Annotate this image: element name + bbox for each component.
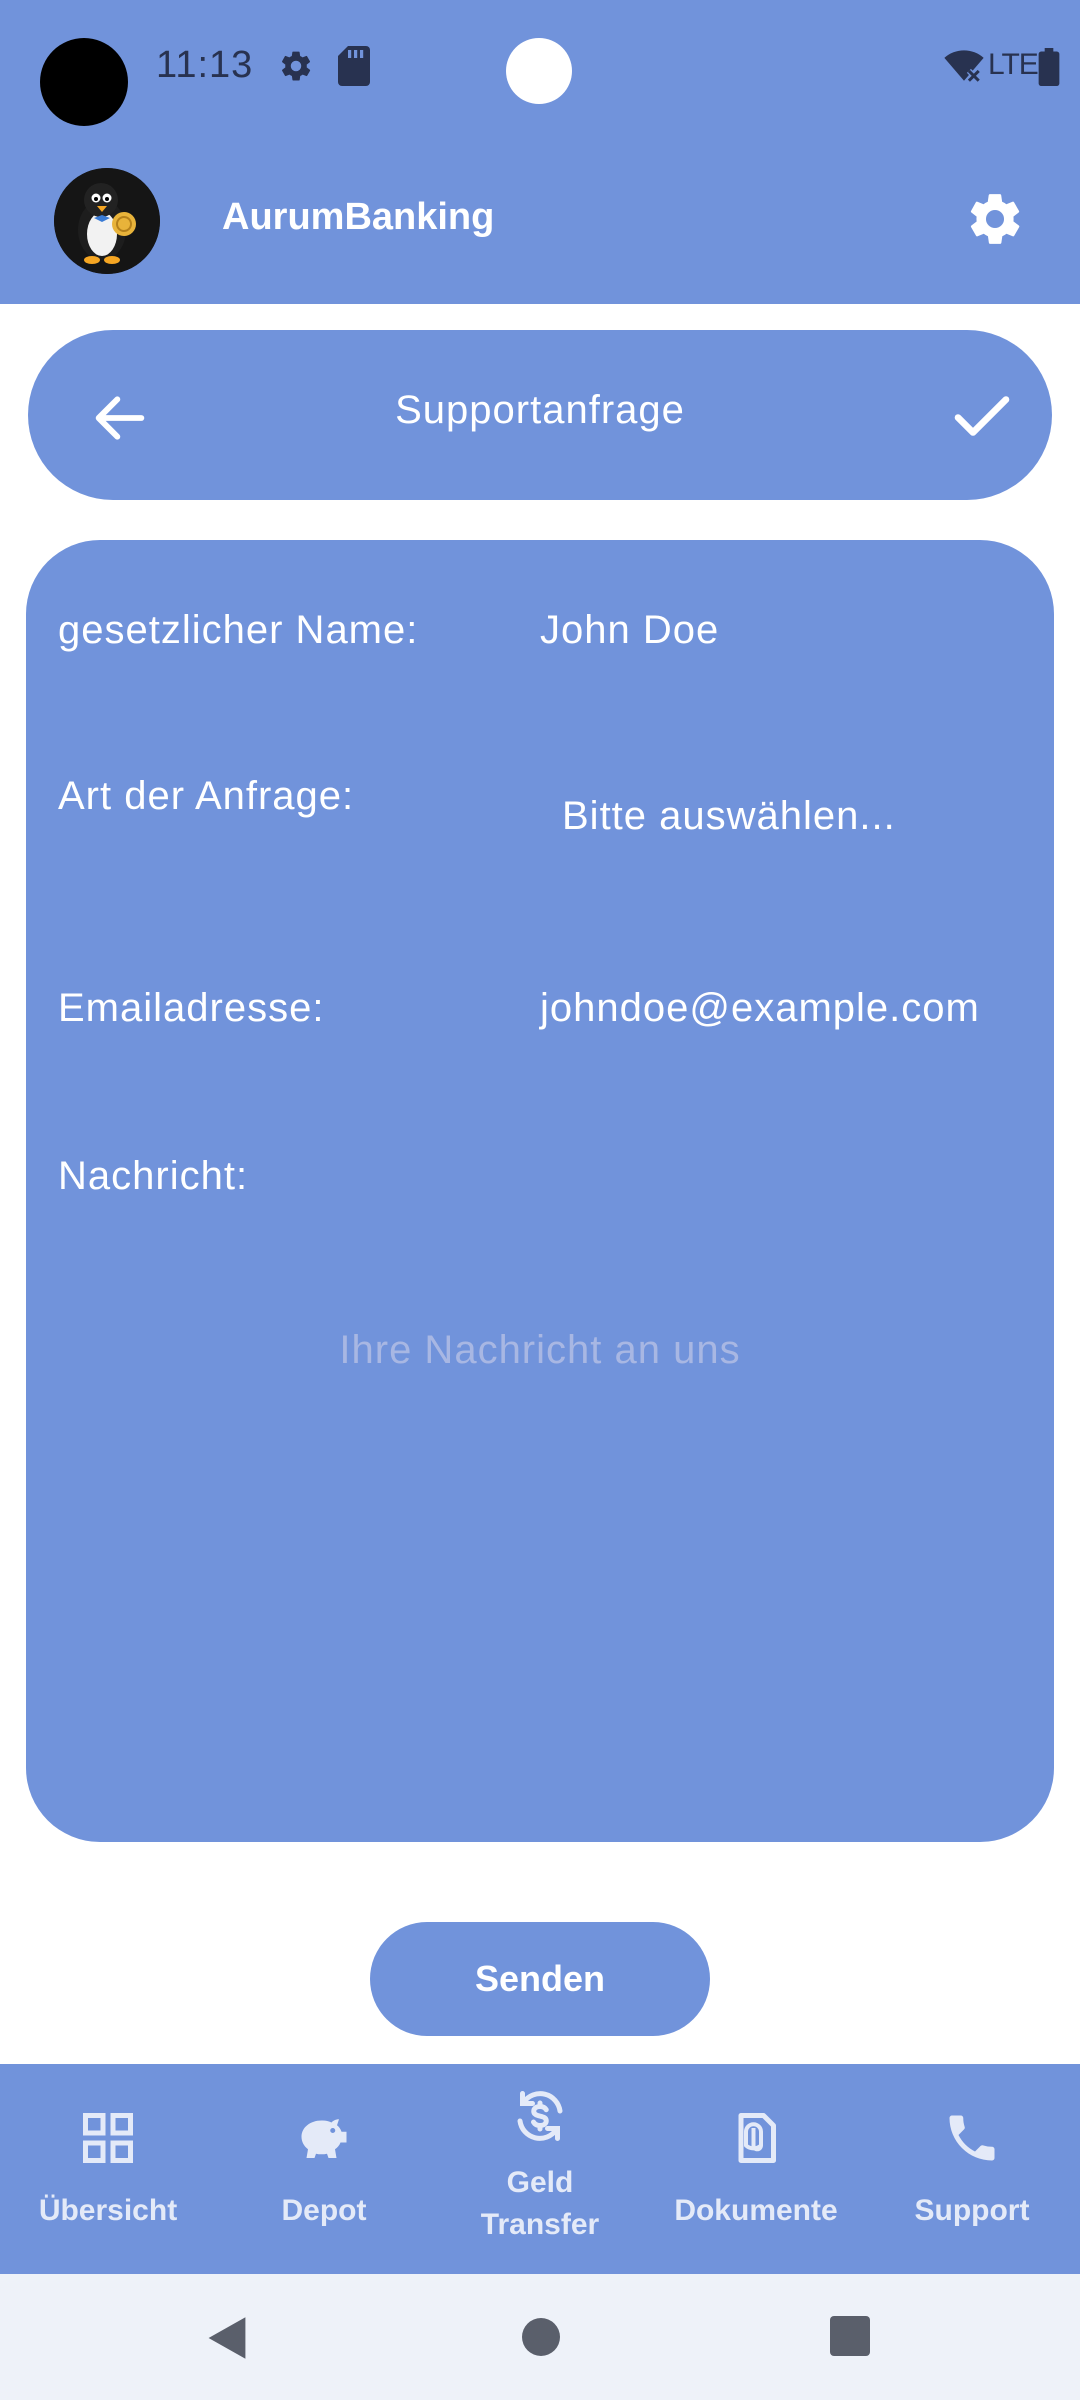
piggy-bank-icon bbox=[301, 2119, 347, 2158]
name-value: John Doe bbox=[540, 608, 720, 652]
grid-icon bbox=[83, 2113, 133, 2163]
nav-label-dokumente: Dokumente bbox=[674, 2194, 838, 2227]
status-bar: 11:13 LTE bbox=[0, 0, 1080, 140]
nav-item-depot[interactable]: Depot bbox=[216, 2064, 432, 2274]
nav-label-uebersicht: Übersicht bbox=[38, 2194, 178, 2227]
system-home-icon[interactable] bbox=[522, 2318, 560, 2356]
network-type: LTE bbox=[988, 48, 1039, 81]
front-camera bbox=[506, 38, 572, 104]
settings-gear-icon[interactable] bbox=[964, 188, 1026, 250]
penguin-logo-icon bbox=[54, 168, 160, 274]
request-type-select[interactable]: Bitte auswählen... bbox=[562, 794, 896, 839]
message-input[interactable]: Ihre Nachricht an uns bbox=[58, 1220, 1022, 1480]
document-attachment-icon bbox=[738, 2113, 776, 2163]
camera-cutout bbox=[40, 38, 128, 126]
nav-item-geld-transfer[interactable]: Geld Transfer bbox=[432, 2064, 648, 2274]
nav-item-uebersicht[interactable]: Übersicht bbox=[0, 2064, 216, 2274]
phone-icon bbox=[949, 2115, 995, 2161]
nav-item-dokumente[interactable]: Dokumente bbox=[648, 2064, 864, 2274]
nav-label-geld-transfer: Geld Transfer bbox=[480, 2166, 600, 2241]
page-title: Supportanfrage bbox=[395, 388, 685, 432]
email-label: Emailadresse: bbox=[58, 986, 325, 1030]
message-label: Nachricht: bbox=[58, 1154, 249, 1198]
currency-exchange-icon bbox=[517, 2091, 563, 2141]
nav-label-support: Support bbox=[914, 2194, 1030, 2227]
status-time: 11:13 bbox=[156, 44, 254, 86]
bottom-navigation: Übersicht Depot Geld Transfer Dokumente bbox=[0, 2064, 1080, 2274]
app-bar bbox=[0, 140, 1080, 304]
check-icon[interactable] bbox=[946, 380, 1018, 452]
page-header: Supportanfrage bbox=[28, 330, 1052, 500]
battery-icon bbox=[1038, 48, 1060, 86]
system-back-icon[interactable] bbox=[204, 2314, 250, 2362]
send-button[interactable]: Senden bbox=[370, 1922, 710, 2036]
support-form: gesetzlicher Name: John Doe Art der Anfr… bbox=[26, 540, 1054, 1842]
app-logo-avatar bbox=[54, 168, 160, 274]
system-recents-icon[interactable] bbox=[830, 2316, 870, 2356]
wifi-off-icon bbox=[944, 50, 984, 83]
email-field[interactable]: johndoe@example.com bbox=[540, 986, 980, 1031]
system-navigation-bar bbox=[0, 2274, 1080, 2400]
nav-item-support[interactable]: Support bbox=[864, 2064, 1080, 2274]
request-type-label: Art der Anfrage: bbox=[58, 774, 355, 818]
sd-card-icon bbox=[338, 46, 370, 86]
app-title: AurumBanking bbox=[222, 196, 495, 238]
name-label: gesetzlicher Name: bbox=[58, 608, 419, 652]
gear-icon bbox=[282, 51, 311, 81]
nav-label-depot: Depot bbox=[281, 2194, 367, 2227]
